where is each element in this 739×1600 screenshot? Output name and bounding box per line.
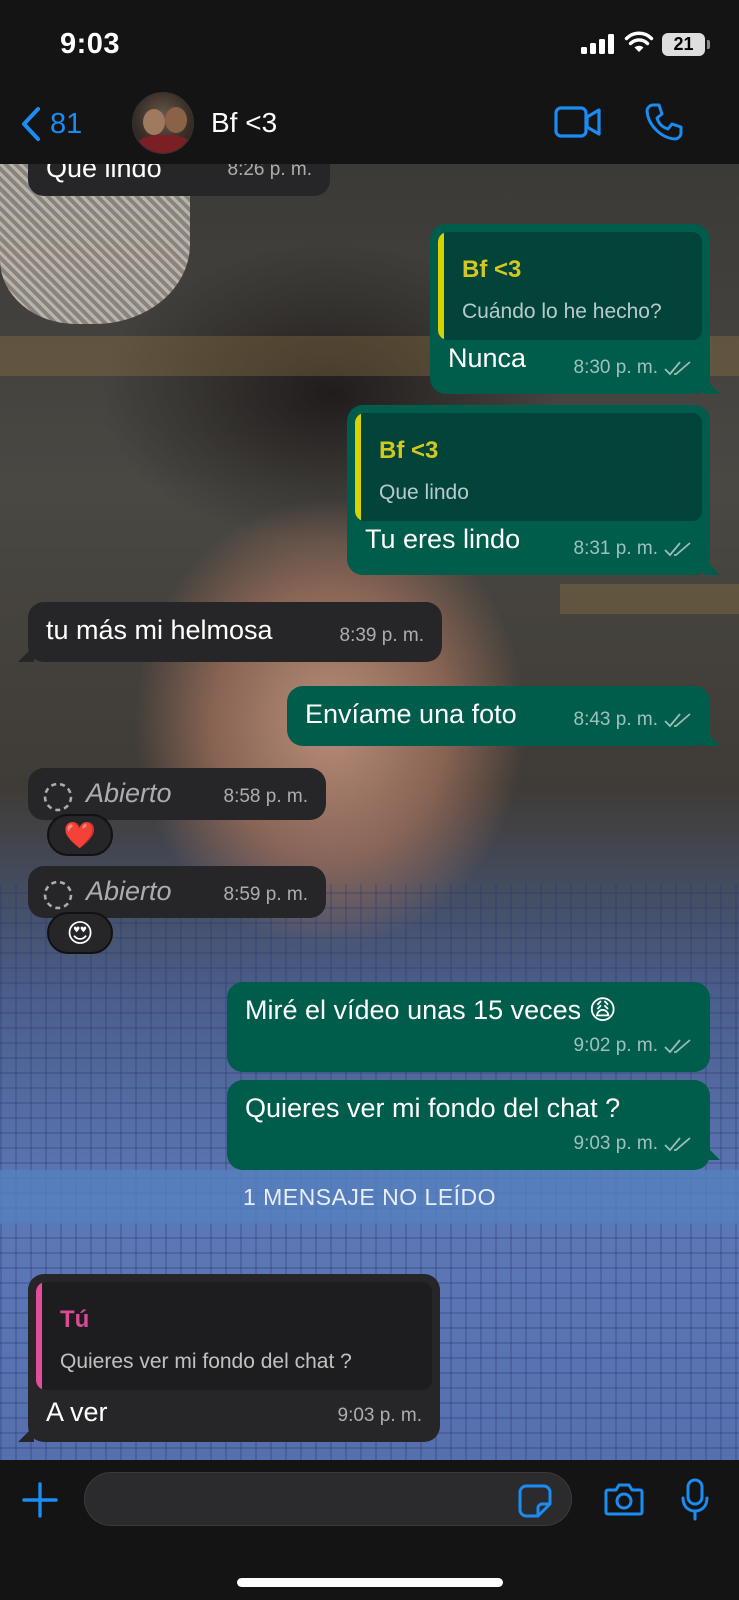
- message-input[interactable]: [84, 1472, 572, 1526]
- bubble-tail: [704, 559, 720, 575]
- message-outgoing[interactable]: Envíame una foto 8:43 p. m.: [287, 686, 710, 746]
- battery-tip: [707, 40, 710, 49]
- bubble-tail: [704, 730, 720, 746]
- double-check-icon: [664, 1039, 691, 1054]
- view-once-icon: [43, 782, 73, 812]
- message-outgoing[interactable]: Bf <3 Cuándo lo he hecho? Nunca 8:30 p. …: [430, 224, 710, 394]
- double-check-icon: [664, 713, 691, 728]
- unread-messages-banner: 1 MENSAJE NO LEÍDO: [0, 1170, 739, 1224]
- input-bar: [0, 1460, 739, 1600]
- view-once-icon: [43, 880, 73, 910]
- chat-area[interactable]: Que lindo 8:26 p. m. Bf <3 Cuándo lo he …: [0, 164, 739, 1460]
- sticker-icon[interactable]: [518, 1484, 552, 1518]
- bubble-tail: [18, 646, 34, 662]
- message-outgoing[interactable]: Miré el vídeo unas 15 veces 😩 9:02 p. m.: [227, 982, 710, 1072]
- video-camera-icon[interactable]: [554, 104, 602, 140]
- back-button[interactable]: 81: [20, 102, 82, 146]
- message-outgoing[interactable]: Quieres ver mi fondo del chat ? 9:03 p. …: [227, 1080, 710, 1170]
- unread-chats-count: 81: [50, 107, 83, 140]
- reply-quote[interactable]: Bf <3 Cuándo lo he hecho?: [438, 232, 702, 340]
- message-incoming[interactable]: Tú Quieres ver mi fondo del chat ? A ver…: [28, 1274, 440, 1442]
- status-time: 9:03: [60, 28, 121, 60]
- status-bar: 9:03 21: [0, 0, 739, 92]
- wifi-icon: [624, 31, 654, 52]
- contact-name[interactable]: Bf <3: [211, 107, 277, 139]
- reply-quote[interactable]: Bf <3 Que lindo: [355, 413, 702, 521]
- reaction-badge[interactable]: ❤️: [47, 814, 113, 856]
- reply-quote[interactable]: Tú Quieres ver mi fondo del chat ?: [36, 1282, 432, 1390]
- camera-icon[interactable]: [604, 1482, 644, 1516]
- view-once-message[interactable]: Abierto 8:59 p. m.: [28, 866, 326, 918]
- message-outgoing[interactable]: Bf <3 Que lindo Tu eres lindo 8:31 p. m.: [347, 405, 710, 575]
- wallpaper-detail: [560, 584, 739, 614]
- phone-icon[interactable]: [644, 102, 684, 142]
- battery-indicator: 21: [662, 33, 705, 56]
- double-check-icon: [664, 1137, 691, 1152]
- view-once-message[interactable]: Abierto 8:58 p. m.: [28, 768, 326, 820]
- double-check-icon: [664, 542, 691, 557]
- plus-icon[interactable]: [22, 1482, 58, 1518]
- chevron-left-icon: [22, 107, 40, 141]
- home-indicator[interactable]: [237, 1578, 503, 1587]
- avatar[interactable]: [132, 92, 194, 154]
- chat-header: 81 Bf <3: [0, 92, 739, 164]
- message-incoming[interactable]: tu más mi helmosa 8:39 p. m.: [28, 602, 442, 662]
- reaction-badge[interactable]: 😍: [47, 912, 113, 954]
- signal-icon: [581, 34, 617, 54]
- double-check-icon: [664, 361, 691, 376]
- message-incoming[interactable]: Que lindo 8:26 p. m.: [28, 164, 330, 196]
- microphone-icon[interactable]: [680, 1478, 710, 1522]
